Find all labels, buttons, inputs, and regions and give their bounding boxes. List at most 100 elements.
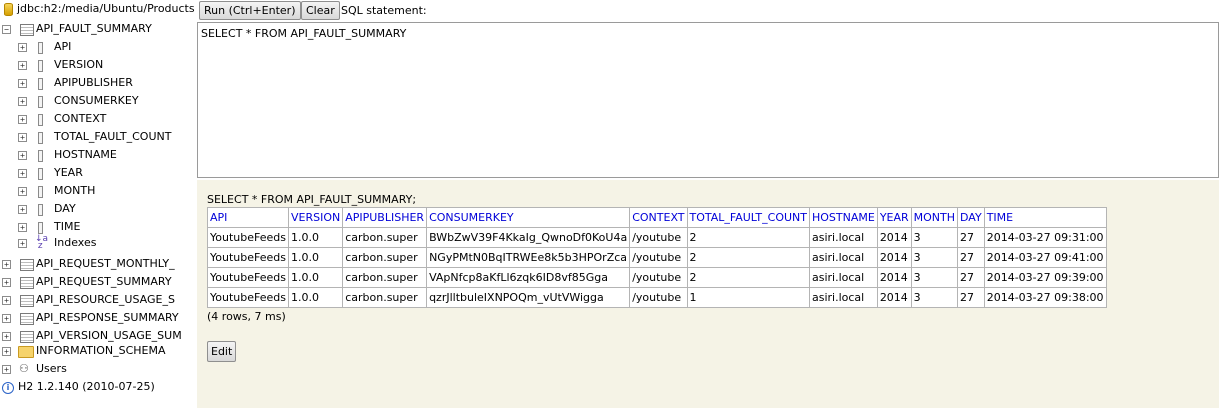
column-header[interactable]: HOSTNAME: [808, 207, 878, 228]
column-icon: [38, 96, 43, 108]
edit-button[interactable]: Edit: [207, 341, 237, 362]
table-cell: YoutubeFeeds: [207, 267, 289, 288]
table-cell: /youtube: [629, 227, 688, 248]
column-icon: [38, 60, 43, 72]
table-row: YoutubeFeeds 1.0.0 carbon.super VApNfcp8aKf…: [207, 267, 1107, 288]
table-icon: [20, 331, 34, 343]
column-header[interactable]: DAY: [957, 207, 985, 228]
schema-tree: jdbc:h2:/media/Ubuntu/Products − API_FAU…: [0, 0, 196, 408]
column-header[interactable]: CONTEXT: [629, 207, 688, 228]
column-header[interactable]: TIME: [983, 207, 1107, 228]
indexes-label: Indexes: [54, 236, 97, 249]
expand-icon[interactable]: +: [18, 169, 27, 178]
table-cell: 3: [910, 267, 959, 288]
table-label: API_REQUEST_SUMMARY: [36, 275, 172, 288]
table-cell: YoutubeFeeds: [207, 227, 289, 248]
table-cell: 2014-03-27 09:31:00: [983, 227, 1107, 248]
table-cell: 1.0.0: [287, 287, 344, 308]
table-icon: [20, 295, 34, 307]
table-cell: BWbZwV39F4KkaIg_QwnoDf0KoU4a: [426, 227, 631, 248]
column-label: VERSION: [54, 58, 104, 71]
table-row: YoutubeFeeds 1.0.0 carbon.super BWbZwV39F4K…: [207, 227, 1107, 248]
column-icon: [38, 168, 43, 180]
users-label: Users: [36, 362, 67, 375]
expand-icon[interactable]: +: [2, 347, 11, 356]
column-label: YEAR: [54, 166, 83, 179]
expand-icon[interactable]: +: [2, 314, 11, 323]
column-header[interactable]: APIPUBLISHER: [342, 207, 428, 228]
table-row: YoutubeFeeds 1.0.0 carbon.super NGyPMtN0BqI…: [207, 247, 1107, 268]
result-table: API VERSION APIPUBLISHER CONSUMERKEY CONTEXT…: [207, 207, 1107, 308]
column-icon: [38, 204, 43, 216]
column-header[interactable]: MONTH: [910, 207, 959, 228]
expand-icon[interactable]: +: [18, 79, 27, 88]
column-label: DAY: [54, 202, 76, 215]
expand-icon[interactable]: +: [18, 223, 27, 232]
query-toolbar: Run (Ctrl+Enter) Clear SQL statement:: [197, 0, 1219, 22]
expand-icon[interactable]: +: [18, 239, 27, 248]
expand-icon[interactable]: +: [18, 115, 27, 124]
row-count: (4 rows, 7 ms): [207, 310, 286, 323]
table-label: API_RESOURCE_USAGE_S: [36, 293, 175, 306]
expand-icon[interactable]: +: [2, 365, 11, 374]
column-header[interactable]: CONSUMERKEY: [426, 207, 631, 228]
expand-icon[interactable]: +: [18, 187, 27, 196]
column-header[interactable]: VERSION: [287, 207, 344, 228]
table-cell: 2014-03-27 09:41:00: [983, 247, 1107, 268]
table-cell: 2014: [876, 227, 912, 248]
expand-icon[interactable]: +: [18, 151, 27, 160]
sql-statement-label: SQL statement:: [341, 4, 427, 17]
table-cell: 2014: [876, 247, 912, 268]
table-cell: asiri.local: [808, 267, 878, 288]
expand-icon[interactable]: +: [18, 97, 27, 106]
column-label: CONTEXT: [54, 112, 107, 125]
table-cell: qzrJlltbuleIXNPOQm_vUtVWigga: [426, 287, 631, 308]
table-cell: 2014-03-27 09:38:00: [983, 287, 1107, 308]
column-icon: [38, 186, 43, 198]
column-label: TOTAL_FAULT_COUNT: [54, 130, 172, 143]
table-cell: NGyPMtN0BqITRWEe8k5b3HPOrZca: [426, 247, 631, 268]
database-icon: [4, 3, 13, 16]
table-label: API_RESPONSE_SUMMARY: [36, 311, 179, 324]
column-header[interactable]: TOTAL_FAULT_COUNT: [686, 207, 810, 228]
table-cell: 3: [910, 227, 959, 248]
table-cell: YoutubeFeeds: [207, 287, 289, 308]
table-cell: asiri.local: [808, 247, 878, 268]
sql-editor[interactable]: SELECT * FROM API_FAULT_SUMMARY: [197, 22, 1219, 178]
table-cell: 3: [910, 287, 959, 308]
table-cell: asiri.local: [808, 287, 878, 308]
column-icon: [38, 150, 43, 162]
column-label: MONTH: [54, 184, 96, 197]
table-cell: 1.0.0: [287, 247, 344, 268]
table-cell: 2: [686, 227, 810, 248]
table-cell: /youtube: [629, 247, 688, 268]
table-cell: /youtube: [629, 267, 688, 288]
table-cell: 2014: [876, 287, 912, 308]
table-label: API_REQUEST_MONTHLY_: [36, 257, 175, 270]
collapse-icon[interactable]: −: [2, 25, 11, 34]
table-cell: 2014: [876, 267, 912, 288]
column-label: API: [54, 40, 72, 53]
column-header[interactable]: API: [207, 207, 289, 228]
table-cell: 27: [957, 267, 985, 288]
expand-icon[interactable]: +: [2, 260, 11, 269]
column-icon: [38, 132, 43, 144]
column-icon: [38, 222, 43, 234]
expand-icon[interactable]: +: [2, 278, 11, 287]
table-cell: 2: [686, 267, 810, 288]
table-row: YoutubeFeeds 1.0.0 carbon.super qzrJlltbule…: [207, 287, 1107, 308]
expand-icon[interactable]: +: [18, 43, 27, 52]
expand-icon[interactable]: +: [18, 133, 27, 142]
column-header[interactable]: YEAR: [876, 207, 912, 228]
run-button[interactable]: Run (Ctrl+Enter): [199, 1, 301, 20]
connection-label: jdbc:h2:/media/Ubuntu/Products: [17, 2, 195, 15]
schema-label: INFORMATION_SCHEMA: [36, 344, 166, 357]
expand-icon[interactable]: +: [18, 205, 27, 214]
table-label: API_FAULT_SUMMARY: [36, 22, 152, 35]
expand-icon[interactable]: +: [18, 61, 27, 70]
clear-button[interactable]: Clear: [301, 1, 340, 20]
table-cell: /youtube: [629, 287, 688, 308]
expand-icon[interactable]: +: [2, 332, 11, 341]
column-label: HOSTNAME: [54, 148, 117, 161]
expand-icon[interactable]: +: [2, 296, 11, 305]
